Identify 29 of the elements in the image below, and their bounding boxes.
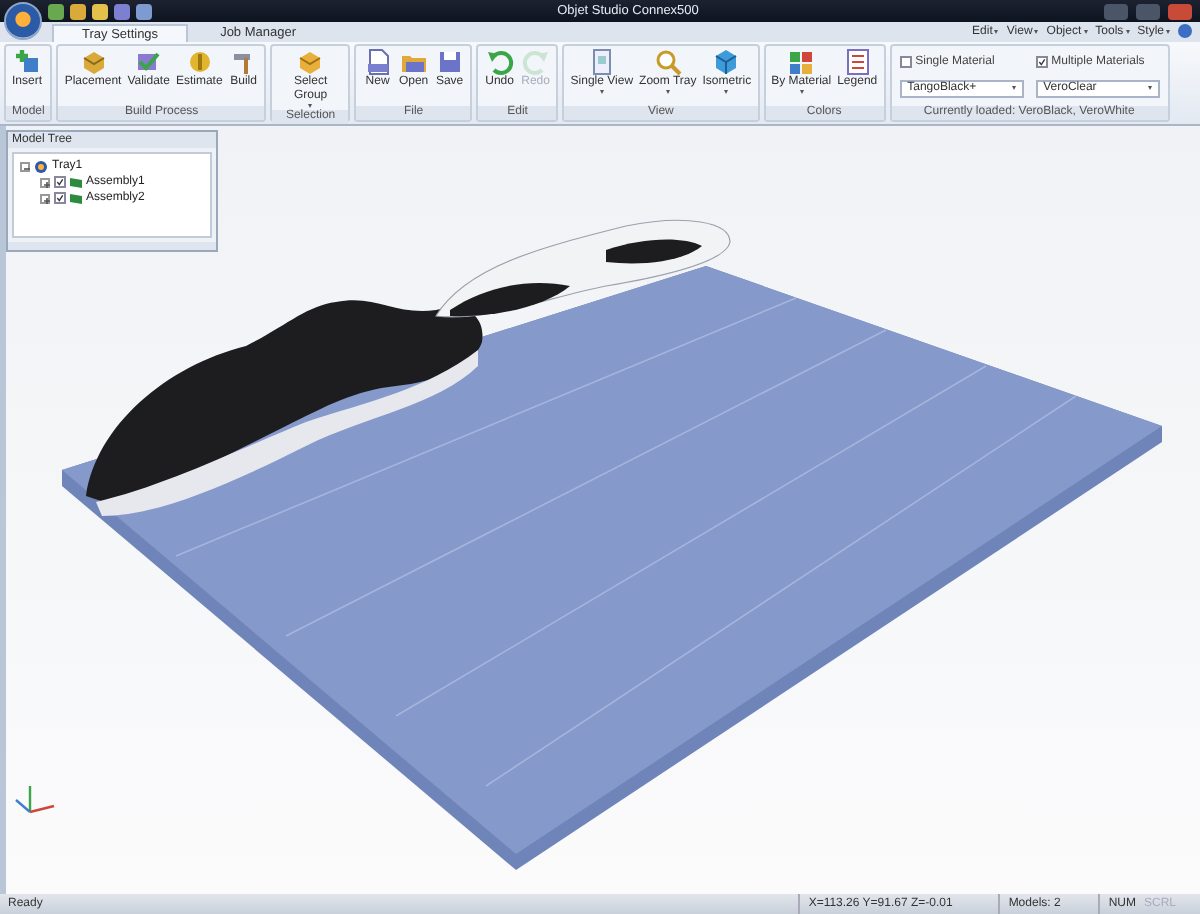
plus-cube-icon	[13, 48, 41, 76]
caret-icon	[1125, 30, 1130, 34]
expander-icon[interactable]	[20, 161, 30, 171]
tray-icon	[34, 159, 48, 173]
help-icon[interactable]	[1178, 23, 1192, 37]
checkbox[interactable]	[54, 192, 66, 204]
redo-arrow-icon	[521, 48, 550, 76]
checkbox[interactable]	[899, 56, 912, 69]
checkbox[interactable]	[1035, 56, 1048, 69]
caret-icon	[1083, 30, 1088, 34]
magnifier-icon	[653, 48, 682, 76]
checkmark-icon	[134, 48, 163, 76]
caret-icon	[1166, 30, 1170, 34]
cube-icon	[79, 48, 108, 76]
caret-icon	[1034, 30, 1039, 34]
expander-icon[interactable]	[40, 177, 50, 187]
cube-icon	[296, 48, 325, 76]
caret-icon	[994, 30, 999, 34]
document-icon	[363, 48, 392, 76]
expander-icon[interactable]	[40, 193, 50, 203]
axis-triad-icon	[15, 786, 55, 814]
color-blocks-icon	[787, 48, 816, 76]
checkbox[interactable]	[54, 176, 66, 188]
cube-icon	[712, 48, 741, 76]
panel-resize-grip[interactable]	[8, 242, 216, 250]
undo-arrow-icon	[485, 48, 514, 76]
close-button[interactable]	[1167, 3, 1192, 19]
legend-icon	[843, 48, 872, 76]
coin-icon	[185, 48, 214, 76]
